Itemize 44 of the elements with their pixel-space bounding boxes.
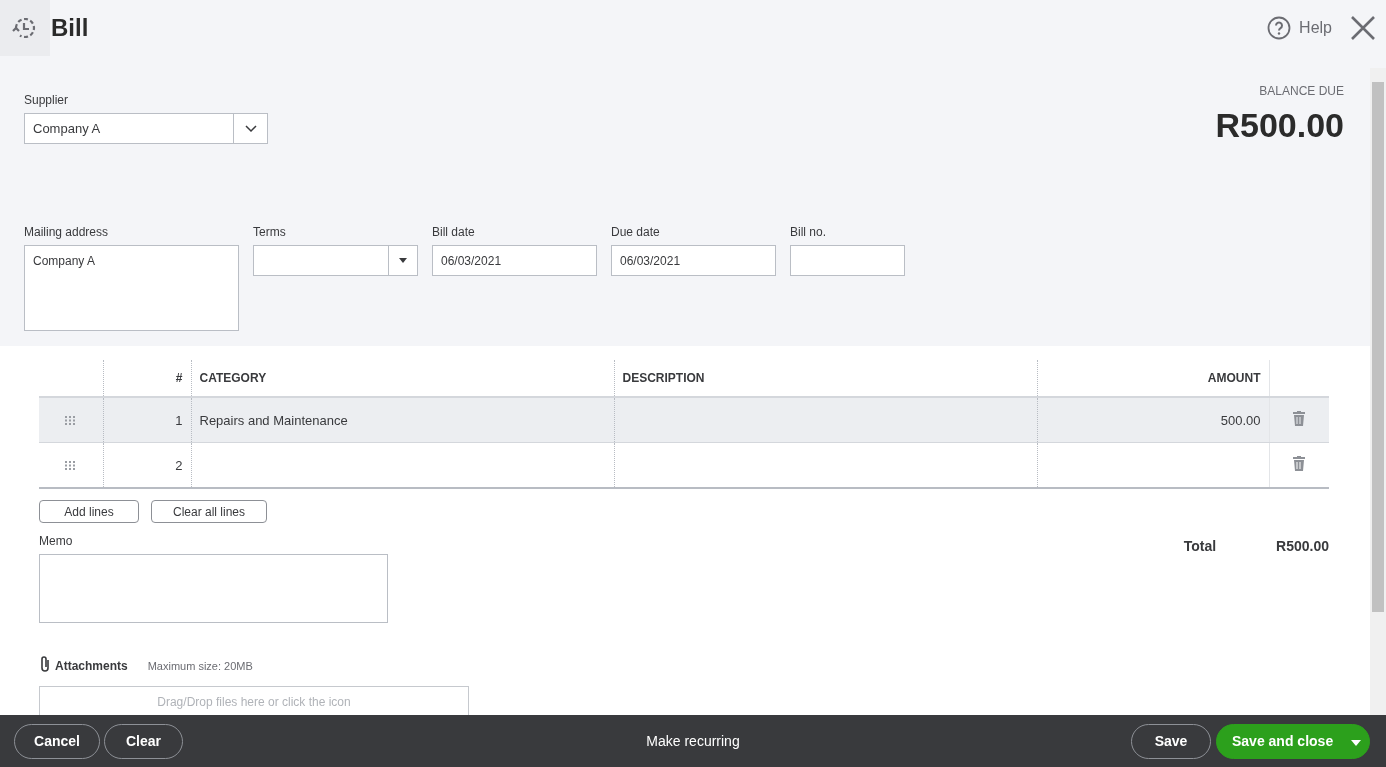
terms-dropdown[interactable] (253, 245, 418, 276)
field-label: Bill no. (790, 225, 828, 239)
balance-amount: R500.00 (1215, 106, 1344, 145)
page-title: Bill (51, 14, 89, 42)
trash-icon[interactable] (1293, 411, 1306, 426)
input-field[interactable] (790, 245, 905, 276)
field-label: Due date (611, 225, 661, 239)
supplier-dropdown[interactable]: Company A (24, 113, 268, 144)
table-row[interactable]: 2 (39, 442, 1329, 488)
field-label: Bill date (432, 225, 476, 239)
attachments-label: Attachments (55, 658, 128, 673)
chevron-down-icon (244, 124, 257, 133)
table-cell: 1 (175, 412, 183, 428)
size-note: Maximum size: 20MB (147, 659, 253, 672)
field-label: Supplier (24, 93, 70, 107)
clear-lines-button[interactable]: Clear all lines (151, 500, 267, 523)
trash-icon[interactable] (1293, 456, 1306, 471)
balance-label: BALANCE DUE (1258, 84, 1344, 98)
paperclip-icon[interactable] (39, 655, 51, 673)
drag-handle-icon[interactable] (65, 415, 77, 425)
table-cell: Repairs and Maintenance (199, 412, 348, 428)
address-field[interactable]: Company A (24, 245, 239, 331)
close-icon (1350, 15, 1376, 41)
table-row[interactable]: 1 Repairs and Maintenance 500.00 (39, 397, 1329, 443)
make-recurring-link[interactable]: Make recurring (646, 733, 740, 749)
input-field[interactable]: 06/03/2021 (611, 245, 776, 276)
help-link[interactable]: Help (1267, 16, 1332, 40)
field-label: Terms (253, 225, 287, 239)
total-amount: R500.00 (1276, 538, 1329, 556)
close-button[interactable] (1350, 15, 1376, 41)
total-label: Total (1183, 538, 1217, 556)
drag-handle-icon[interactable] (65, 460, 77, 470)
input-field[interactable]: 06/03/2021 (432, 245, 597, 276)
field-label: Mailing address (24, 225, 110, 239)
add-lines-button[interactable]: Add lines (39, 500, 139, 523)
scrollbar[interactable] (1370, 68, 1386, 715)
caret-down-icon (399, 258, 407, 263)
table-cell: 2 (175, 457, 183, 473)
drop-hint: Drag/Drop files here or click the icon (157, 695, 351, 709)
help-icon (1267, 16, 1292, 40)
field-label: Memo (39, 534, 74, 548)
memo-field[interactable] (39, 554, 388, 623)
caret-down-icon[interactable] (1351, 740, 1361, 746)
table-cell: 500.00 (1220, 412, 1261, 428)
